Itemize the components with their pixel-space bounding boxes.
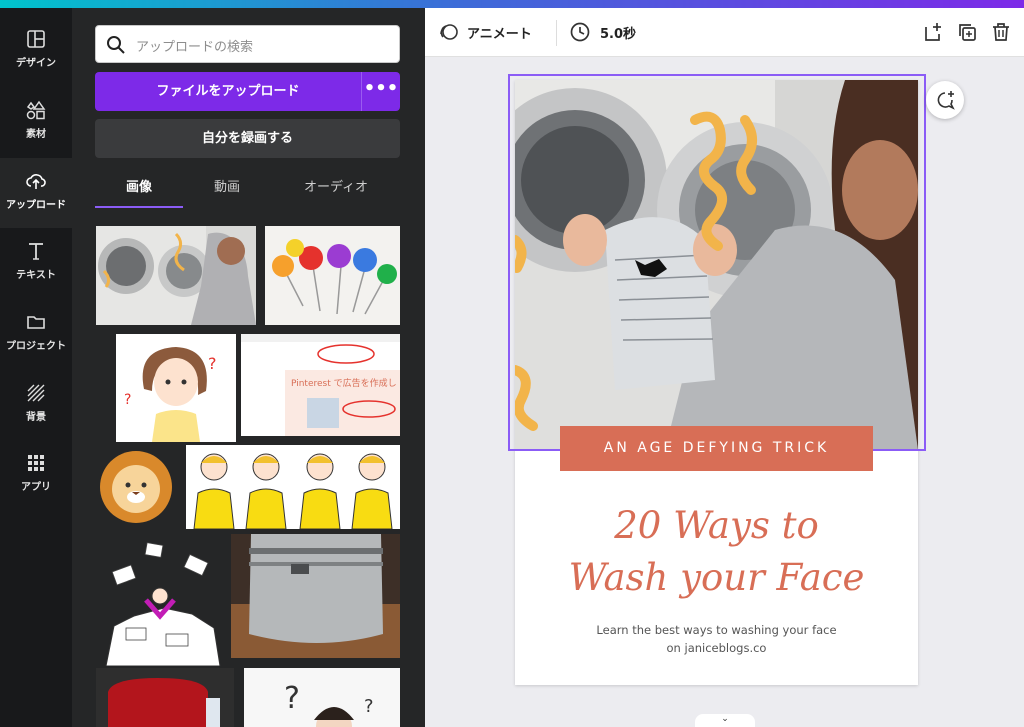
apps-grid-icon bbox=[28, 455, 44, 471]
yellow-shirt-people-illustration bbox=[186, 445, 400, 529]
duplicate-page-icon[interactable] bbox=[956, 21, 978, 43]
question-mark: ? bbox=[364, 696, 374, 717]
tab-audio[interactable]: オーディオ bbox=[281, 176, 391, 208]
tab-videos[interactable]: 動画 bbox=[183, 176, 271, 208]
background-pattern-icon bbox=[27, 384, 45, 402]
question-mark: ? bbox=[124, 392, 131, 408]
thumb-paper-pile[interactable] bbox=[96, 538, 225, 666]
upload-cloud-icon bbox=[26, 174, 46, 189]
comment-plus-icon bbox=[937, 91, 955, 110]
rail-item-background[interactable]: 背景 bbox=[0, 370, 72, 440]
subtitle-line-1: Learn the best ways to washing your face bbox=[596, 623, 837, 637]
thumb-pinterest-screenshot[interactable]: Pinterest で広告を作成し bbox=[241, 334, 400, 436]
media-tabs: 画像 動画 オーディオ bbox=[95, 176, 400, 210]
selection-frame bbox=[508, 74, 926, 451]
folder-icon bbox=[27, 316, 45, 329]
thumb-lion[interactable] bbox=[96, 445, 176, 527]
thumb-question-woman[interactable]: ? ? bbox=[244, 668, 400, 727]
confused-girl-illustration: ? ? bbox=[116, 334, 236, 442]
animate-icon bbox=[440, 24, 458, 40]
toolbar-divider bbox=[556, 20, 557, 46]
rail-item-apps[interactable]: アプリ bbox=[0, 440, 72, 510]
left-rail: デザイン 素材 アップロード テキスト プロジェクト 背景 アプリ bbox=[0, 8, 72, 727]
rail-item-label: テキスト bbox=[16, 270, 56, 281]
headline-line-2: Wash your Face bbox=[568, 556, 865, 599]
question-mark: ? bbox=[208, 354, 217, 373]
top-gradient-bar bbox=[0, 0, 1024, 8]
thumb-confused-girl[interactable]: ? ? bbox=[96, 334, 236, 442]
thumb-rice-cooker[interactable] bbox=[231, 534, 400, 658]
thumb-pushpins[interactable] bbox=[265, 226, 400, 325]
banner-text[interactable]: AN AGE DEFYING TRICK bbox=[560, 426, 873, 471]
rail-item-uploads[interactable]: アップロード bbox=[0, 158, 72, 228]
pushpins-image bbox=[265, 226, 400, 325]
pinterest-screenshot-image: Pinterest で広告を作成し bbox=[241, 334, 400, 436]
rail-item-projects[interactable]: プロジェクト bbox=[0, 299, 72, 369]
shapes-icon bbox=[26, 100, 46, 120]
uploads-panel: アップロードの検索 ファイルをアップロード ••• 自分を録画する 画像 動画 … bbox=[72, 8, 425, 727]
thumb-red-cooker[interactable] bbox=[96, 668, 234, 727]
lion-illustration bbox=[100, 451, 172, 523]
rail-item-label: 素材 bbox=[26, 129, 46, 140]
rail-item-label: アプリ bbox=[21, 482, 51, 493]
add-comment-button[interactable] bbox=[926, 81, 964, 119]
search-input[interactable]: アップロードの検索 bbox=[95, 25, 400, 63]
headline-text[interactable]: 20 Ways to Wash your Face bbox=[535, 500, 898, 604]
rail-item-label: アップロード bbox=[6, 200, 66, 211]
animate-button[interactable]: アニメート bbox=[467, 23, 532, 42]
rice-cooker-photo bbox=[231, 534, 400, 658]
subtitle-text[interactable]: Learn the best ways to washing your face… bbox=[535, 621, 898, 657]
thumb-laundry-photo[interactable] bbox=[96, 226, 256, 325]
thumb-yellow-people[interactable] bbox=[186, 445, 400, 529]
more-options-button[interactable]: ••• bbox=[361, 72, 400, 111]
text-icon bbox=[29, 243, 43, 260]
red-cooker-photo bbox=[96, 668, 234, 727]
paper-pile-illustration bbox=[105, 542, 221, 666]
add-page-icon[interactable] bbox=[922, 21, 944, 43]
rail-item-text[interactable]: テキスト bbox=[0, 228, 72, 298]
headline-line-1: 20 Ways to bbox=[614, 504, 819, 547]
rail-item-label: プロジェクト bbox=[6, 341, 66, 352]
horizontal-scrollbar[interactable]: ⌄ bbox=[425, 712, 1024, 727]
search-placeholder: アップロードの検索 bbox=[136, 40, 254, 55]
trash-icon[interactable] bbox=[990, 21, 1012, 43]
pinterest-caption: Pinterest で広告を作成し bbox=[291, 377, 397, 389]
subtitle-line-2: on janiceblogs.co bbox=[666, 641, 767, 655]
editor-toolbar: アニメート 5.0秒 bbox=[425, 8, 1024, 57]
clock-icon bbox=[570, 22, 590, 42]
rail-item-design[interactable]: デザイン bbox=[0, 16, 72, 86]
rail-item-label: 背景 bbox=[26, 412, 46, 423]
question-mark: ? bbox=[284, 681, 300, 716]
laundry-photo-image bbox=[96, 226, 256, 325]
rail-item-elements[interactable]: 素材 bbox=[0, 87, 72, 157]
upload-files-button[interactable]: ファイルをアップロード bbox=[95, 72, 361, 111]
rail-item-label: デザイン bbox=[16, 58, 56, 69]
record-yourself-button[interactable]: 自分を録画する bbox=[95, 119, 400, 158]
tab-images[interactable]: 画像 bbox=[95, 176, 183, 208]
duration-button[interactable]: 5.0秒 bbox=[600, 23, 636, 42]
question-woman-photo: ? ? bbox=[244, 668, 400, 727]
chevron-down-icon[interactable]: ⌄ bbox=[695, 714, 755, 727]
layout-icon bbox=[27, 30, 45, 48]
search-icon bbox=[107, 36, 125, 54]
